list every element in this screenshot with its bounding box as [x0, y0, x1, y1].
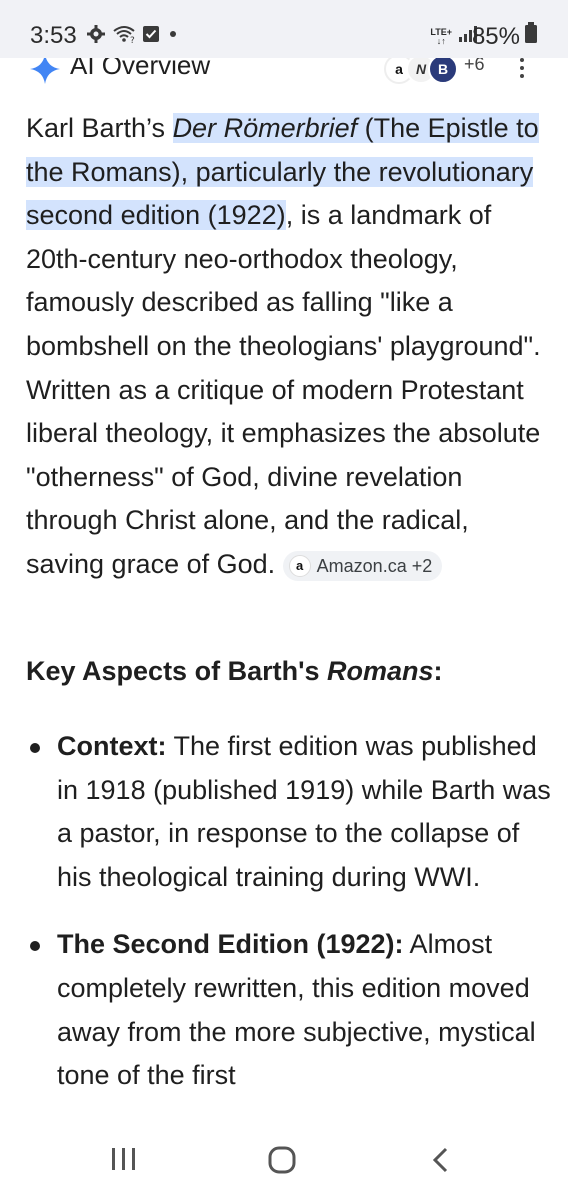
svg-text:?: ? [130, 36, 135, 44]
navigation-bar [0, 1120, 568, 1199]
recents-button[interactable] [110, 1146, 138, 1177]
recents-icon [112, 1148, 135, 1170]
amazon-logo-icon: a [288, 554, 311, 577]
heading-prefix: Key Aspects of Barth's [26, 656, 328, 686]
heading-italic: Romans [327, 656, 434, 686]
citation-label: Amazon.ca +2 [316, 555, 433, 576]
source-b-icon: B [428, 54, 458, 84]
status-icons-left: ? [86, 24, 180, 44]
intro-prefix: Karl Barth’s [26, 113, 173, 143]
intro-body: , is a landmark of 20th-century neo-orth… [26, 200, 541, 579]
section-heading: Key Aspects of Barth's Romans: [26, 656, 443, 687]
source-avatars[interactable]: a N B [384, 54, 458, 84]
bullet-icon [30, 743, 40, 753]
gear-icon [86, 24, 106, 44]
intro-paragraph: Karl Barth’s Der Römerbrief (The Epistle… [26, 107, 550, 587]
battery-indicator: 85% [472, 22, 538, 51]
bullet-icon [30, 941, 40, 952]
battery-percent: 85% [471, 22, 520, 50]
citation-chip[interactable]: a Amazon.ca +2 [282, 550, 443, 581]
status-icons-right: LTE+ ↓↑ [430, 24, 478, 49]
ai-overview-content: Karl Barth’s Der Römerbrief (The Epistle… [26, 107, 550, 587]
lte-indicator: LTE+ ↓↑ [430, 27, 452, 46]
wifi-question-icon: ? [112, 24, 136, 44]
bullet-title: Context: [57, 731, 167, 761]
more-options-icon[interactable] [520, 58, 524, 78]
checkbox-icon [142, 25, 160, 43]
back-icon [432, 1147, 448, 1173]
home-icon [268, 1146, 296, 1174]
heading-suffix: : [433, 656, 443, 686]
dot-icon [166, 27, 180, 41]
list-item: The Second Edition (1922): Almost comple… [26, 923, 556, 1097]
status-time: 3:53 [30, 22, 77, 49]
list-item: Context: The first edition was published… [26, 725, 556, 899]
key-aspects-list: Context: The first edition was published… [26, 725, 556, 1122]
status-bar: 3:53 ? LTE+ ↓↑ 85% [0, 0, 568, 58]
back-button[interactable] [430, 1146, 450, 1179]
home-button[interactable] [268, 1146, 296, 1179]
bullet-title: The Second Edition (1922): [57, 929, 404, 960]
battery-icon [524, 22, 538, 51]
book-title: Der Römerbrief [172, 113, 358, 143]
data-arrows-icon: ↓↑ [436, 35, 446, 46]
